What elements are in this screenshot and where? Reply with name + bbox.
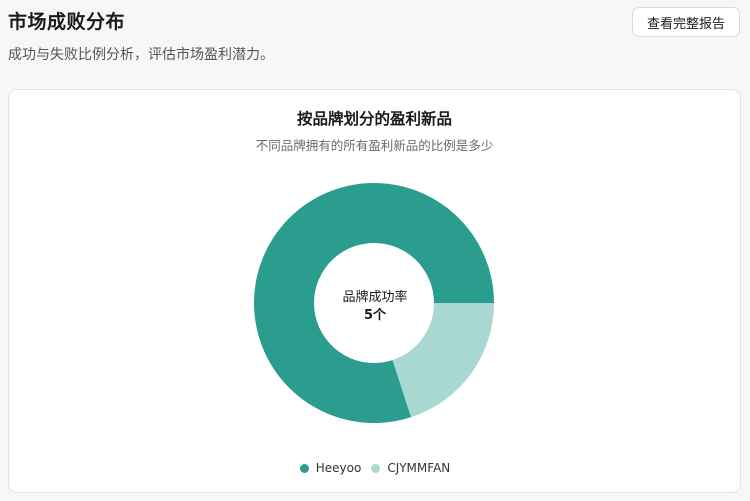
donut-center-label: 品牌成功率	[342, 290, 408, 305]
page: 市场成败分布 成功与失败比例分析，评估市场盈利潜力。 查看完整报告 按品牌划分的…	[0, 0, 750, 501]
donut-center-value: 5个	[363, 308, 387, 323]
legend-swatch	[299, 463, 309, 473]
legend-label: CJYMMFAN	[387, 461, 451, 475]
legend-item-heeyoo[interactable]: Heeyoo	[299, 461, 362, 475]
legend-item-cjymmfan[interactable]: CJYMMFAN	[371, 461, 450, 475]
chart-legend: Heeyoo CJYMMFAN	[0, 461, 750, 475]
legend-label: Heeyoo	[315, 461, 362, 475]
legend-swatch	[371, 463, 381, 473]
donut-chart	[254, 183, 494, 423]
